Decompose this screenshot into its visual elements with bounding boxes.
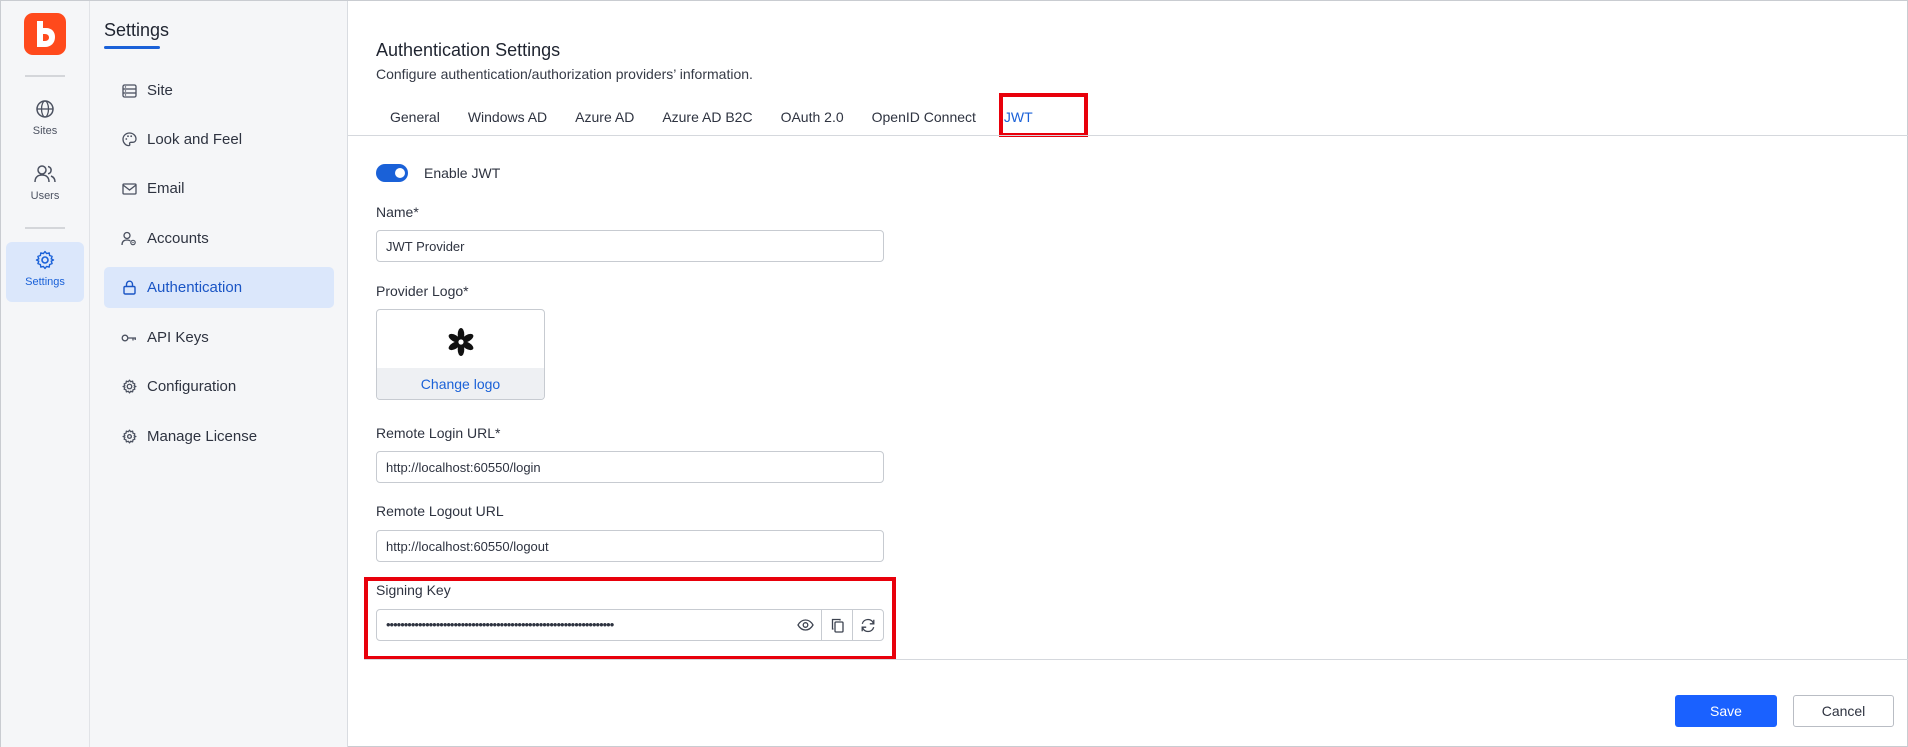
tab-oauth[interactable]: OAuth 2.0: [767, 98, 858, 136]
jwt-tab-highlight: [999, 93, 1088, 137]
enable-jwt-toggle[interactable]: [376, 164, 408, 182]
sidebar-item-label: Look and Feel: [147, 131, 243, 148]
site-icon: [121, 83, 137, 99]
provider-logo-box: Change logo: [376, 309, 545, 400]
sidebar-item-configuration[interactable]: Configuration: [104, 366, 334, 407]
save-button[interactable]: Save: [1675, 695, 1777, 727]
remote-logout-url-label: Remote Logout URL: [376, 503, 504, 519]
rail-divider: [25, 75, 65, 77]
sidebar-item-label: Authentication: [147, 279, 243, 296]
license-icon: [121, 429, 137, 445]
sidebar-item-label: Site: [147, 82, 173, 99]
tab-windows-ad[interactable]: Windows AD: [454, 98, 561, 136]
sidebar-item-manage-license[interactable]: Manage License: [104, 416, 334, 457]
globe-icon: [36, 100, 54, 118]
brand-b-icon: [37, 21, 55, 47]
provider-tabs: General Windows AD Azure AD Azure AD B2C…: [376, 98, 1047, 136]
sidebar-item-authentication[interactable]: Authentication: [104, 267, 334, 308]
users-icon: [34, 165, 56, 183]
sidebar-item-label: API Keys: [147, 329, 209, 346]
palette-icon: [121, 132, 137, 148]
page-title: Authentication Settings: [376, 40, 561, 60]
sidebar-item-label: Manage License: [147, 428, 258, 445]
sidebar-item-look-and-feel[interactable]: Look and Feel: [104, 119, 334, 160]
sidebar-item-label: Email: [147, 180, 185, 197]
sidebar-item-api-keys[interactable]: API Keys: [104, 317, 334, 358]
tab-azure-ad[interactable]: Azure AD: [561, 98, 648, 136]
remote-login-url-label: Remote Login URL*: [376, 425, 501, 441]
sidebar-item-site[interactable]: Site: [104, 70, 334, 111]
regenerate-key-button[interactable]: [852, 610, 883, 640]
app-logo[interactable]: [24, 13, 66, 55]
tab-openid-connect[interactable]: OpenID Connect: [858, 98, 990, 136]
rail-item-settings[interactable]: Settings: [6, 242, 84, 302]
sidebar-title: Settings: [104, 20, 170, 40]
rail-item-label: Users: [30, 190, 60, 202]
name-input[interactable]: [376, 230, 884, 262]
sidebar-item-label: Accounts: [147, 230, 209, 247]
rail-item-label: Settings: [25, 276, 65, 288]
sidebar-item-accounts[interactable]: Accounts: [104, 218, 334, 259]
rail-item-label: Sites: [32, 125, 58, 137]
provider-logo-label: Provider Logo*: [376, 283, 469, 299]
accounts-icon: [121, 231, 137, 247]
copy-key-button[interactable]: [821, 610, 852, 640]
rail-item-sites[interactable]: Sites: [6, 99, 84, 137]
show-key-button[interactable]: [790, 610, 821, 640]
tab-azure-ad-b2c[interactable]: Azure AD B2C: [648, 98, 766, 136]
provider-logo-image: [377, 310, 544, 368]
sidebar-title-underline: [104, 46, 160, 49]
copy-icon: [831, 618, 844, 633]
change-logo-button[interactable]: Change logo: [377, 368, 544, 399]
main-content: Authentication Settings Configure authen…: [348, 1, 1908, 747]
tab-general[interactable]: General: [376, 98, 454, 136]
rail-divider: [25, 227, 65, 229]
signing-key-label: Signing Key: [376, 582, 451, 598]
mail-icon: [121, 181, 137, 197]
gear-icon: [35, 250, 55, 270]
remote-login-url-input[interactable]: [376, 451, 884, 483]
lock-icon: [121, 280, 137, 296]
remote-logout-url-input[interactable]: [376, 530, 884, 562]
key-icon: [121, 330, 137, 346]
rail-item-users[interactable]: Users: [6, 164, 84, 202]
eye-icon: [797, 619, 814, 631]
enable-jwt-label: Enable JWT: [424, 165, 501, 181]
page-subtitle: Configure authentication/authorization p…: [376, 66, 753, 82]
refresh-icon: [861, 618, 875, 632]
settings-sidebar: Settings Site Look and Feel Email Accoun…: [90, 1, 348, 747]
signing-key-input[interactable]: ••••••••••••••••••••••••••••••••••••••••…: [377, 610, 790, 640]
footer-divider: [364, 659, 1908, 660]
sidebar-item-label: Configuration: [147, 378, 237, 395]
signing-key-field: ••••••••••••••••••••••••••••••••••••••••…: [376, 609, 884, 641]
cancel-button[interactable]: Cancel: [1793, 695, 1894, 727]
flower-logo-icon: [448, 328, 473, 356]
app-rail: Sites Users Settings: [1, 1, 90, 747]
name-label: Name*: [376, 204, 419, 220]
tabs-divider: [348, 135, 1908, 136]
gear-icon: [121, 379, 137, 395]
sidebar-item-email[interactable]: Email: [104, 168, 334, 209]
